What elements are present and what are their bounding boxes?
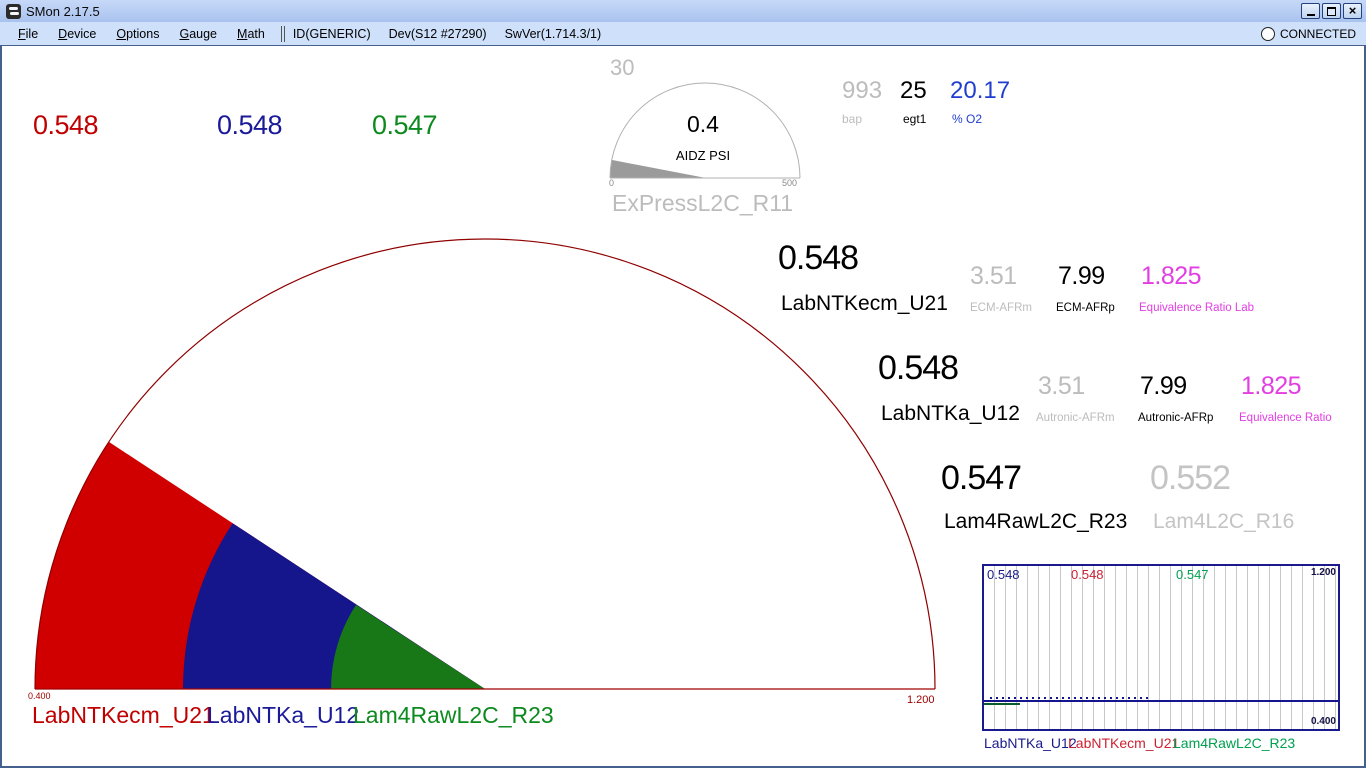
gauge-legend-labntkecm: LabNTKecm_U21 xyxy=(32,702,215,728)
chart-ymax-label: 1.200 xyxy=(1310,567,1336,578)
status-swver: SwVer(1.714.3/1) xyxy=(504,26,602,41)
status-id: ID(GENERIC) xyxy=(292,26,371,41)
minimize-icon xyxy=(1306,14,1315,16)
chart-value-labntka: 0.548 xyxy=(987,567,1020,582)
row1-name: LabNTKecm_U21 xyxy=(781,292,948,315)
row1-equiv-ratio-label: Equivalence Ratio Lab xyxy=(1139,302,1255,314)
row1-ecm-afrm-value: 3.51 xyxy=(970,262,1017,290)
gauge-legend-labntka: LabNTKa_U12 xyxy=(207,702,360,728)
readout-o2-value: 20.17 xyxy=(950,77,1011,104)
row1-ecm-afrm-label: ECM-AFRm xyxy=(970,302,1032,314)
small-gauge-corner-value: 30 xyxy=(610,55,635,80)
readout-value-navy: 0.548 xyxy=(217,110,283,140)
app-window: SMon 2.17.5 × File Device Options Gauge … xyxy=(0,0,1366,768)
connection-status: CONNECTED xyxy=(1260,26,1356,41)
row2-equiv-ratio-value: 1.825 xyxy=(1241,372,1302,400)
gauge-legend-lam4raw: Lam4RawL2C_R23 xyxy=(353,702,554,728)
connected-indicator-circle xyxy=(1260,26,1275,41)
small-gauge-scale-min: 0 xyxy=(609,178,615,188)
big-gauge-scale-max: 1.200 xyxy=(907,694,935,706)
smon-logo-icon xyxy=(6,3,21,19)
gauge-needle-green xyxy=(331,604,485,689)
row3-secondary-value: 0.552 xyxy=(1150,459,1231,497)
small-gauge-name: ExPressL2C_R11 xyxy=(612,190,794,216)
client-area: 0.548 0.548 0.547 30 0.4 AIDZ PSI 0 500 … xyxy=(0,45,1366,768)
menu-gauge[interactable]: Gauge xyxy=(171,25,225,43)
chart-legend-labntkecm: LabNTKecm_U21 xyxy=(1068,735,1180,751)
readout-value-red: 0.548 xyxy=(33,110,99,140)
window-controls: × xyxy=(1301,3,1362,19)
close-button[interactable]: × xyxy=(1343,3,1362,19)
small-gauge-value: 0.4 xyxy=(687,111,719,137)
close-icon: × xyxy=(1348,3,1357,18)
strip-chart: 0.548 0.548 0.547 1.200 0.400 xyxy=(982,564,1340,731)
row1-ecm-afrp-value: 7.99 xyxy=(1058,262,1105,290)
readout-egt1-label: egt1 xyxy=(903,112,927,126)
chart-ymin-label: 0.400 xyxy=(1310,716,1336,727)
row3-name: Lam4RawL2C_R23 xyxy=(944,510,1128,533)
menu-device[interactable]: Device xyxy=(50,25,104,43)
big-gauge-scale-min: 0.400 xyxy=(28,691,51,701)
window-titlebar: SMon 2.17.5 × xyxy=(0,0,1366,22)
chart-trace-line xyxy=(984,700,1338,702)
row2-autronic-afrm-value: 3.51 xyxy=(1038,372,1085,400)
menu-file[interactable]: File xyxy=(10,25,46,43)
restore-button[interactable] xyxy=(1322,3,1341,19)
menu-separator xyxy=(280,25,285,42)
connected-label: CONNECTED xyxy=(1279,26,1356,41)
menu-math[interactable]: Math xyxy=(229,25,273,43)
readout-o2-label: % O2 xyxy=(952,112,983,126)
row3-secondary-name: Lam4L2C_R16 xyxy=(1153,510,1295,533)
readout-bap-label: bap xyxy=(842,112,863,126)
menu-bar: File Device Options Gauge Math ID(GENERI… xyxy=(0,22,1366,45)
chart-value-labntkecm: 0.548 xyxy=(1071,567,1104,582)
row2-autronic-afrp-label: Autronic-AFRp xyxy=(1138,412,1214,424)
readout-egt1-value: 25 xyxy=(900,77,927,104)
chart-value-lam4raw: 0.547 xyxy=(1176,567,1209,582)
window-title: SMon 2.17.5 xyxy=(26,3,100,19)
chart-trace-noise xyxy=(990,697,1150,699)
minimize-button[interactable] xyxy=(1301,3,1320,19)
row2-value: 0.548 xyxy=(878,349,959,387)
readout-bap-value: 993 xyxy=(842,77,883,104)
row1-ecm-afrp-label: ECM-AFRp xyxy=(1056,302,1115,314)
row3-value: 0.547 xyxy=(941,459,1022,497)
small-gauge-unit-label: AIDZ PSI xyxy=(675,148,731,163)
row2-equiv-ratio-label: Equivalence Ratio xyxy=(1239,412,1332,424)
small-gauge-scale-max: 500 xyxy=(782,178,798,188)
row2-autronic-afrm-label: Autronic-AFRm xyxy=(1036,412,1115,424)
row2-name: LabNTKa_U12 xyxy=(881,402,1020,425)
row1-equiv-ratio-value: 1.825 xyxy=(1141,262,1202,290)
row1-value: 0.548 xyxy=(778,239,859,277)
status-device: Dev(S12 #27290) xyxy=(388,26,487,41)
restore-icon xyxy=(1327,6,1336,16)
chart-legend-labntka: LabNTKa_U12 xyxy=(984,735,1077,751)
row2-autronic-afrp-value: 7.99 xyxy=(1140,372,1187,400)
chart-legend-lam4raw: Lam4RawL2C_R23 xyxy=(1173,735,1296,751)
readout-value-green: 0.547 xyxy=(372,110,438,140)
menu-options[interactable]: Options xyxy=(108,25,167,43)
chart-trace-green-segment xyxy=(984,703,1020,705)
